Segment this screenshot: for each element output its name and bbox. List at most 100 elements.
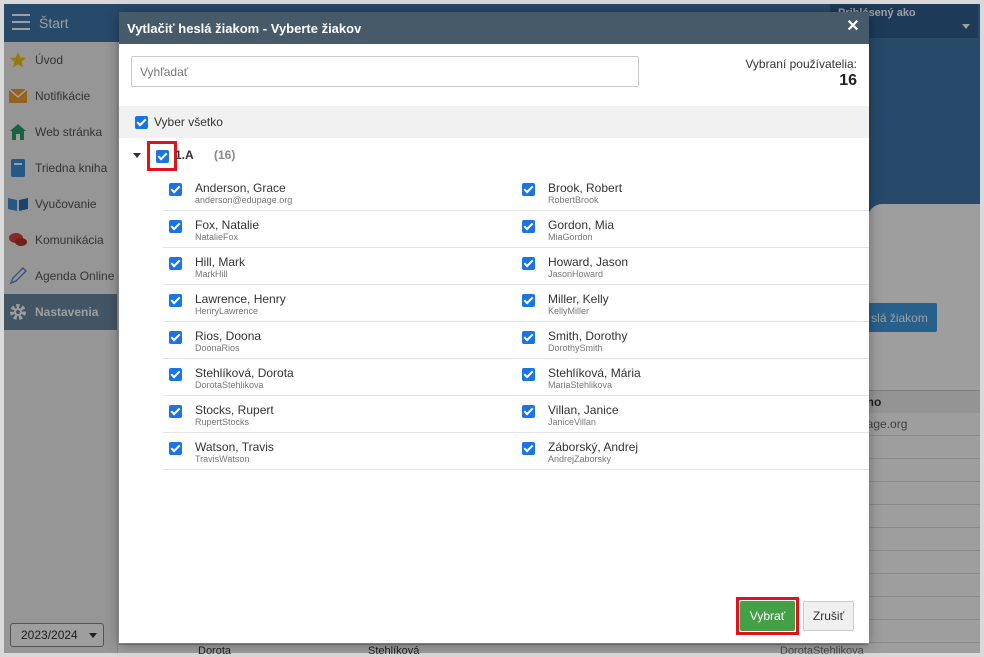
selected-users-count: 16 xyxy=(839,72,857,89)
student-item[interactable]: Rios, Doona DoonaRios xyxy=(163,322,516,358)
student-checkbox[interactable] xyxy=(169,442,182,455)
caret-down-icon[interactable] xyxy=(133,153,141,158)
student-item[interactable]: Lawrence, Henry HenryLawrence xyxy=(163,285,516,321)
student-name: Watson, Travis xyxy=(195,440,274,454)
student-username: DorothySmith xyxy=(548,343,603,353)
dialog-header: Vytlačiť heslá žiakom - Vyberte žiakov ✕ xyxy=(119,12,869,44)
student-name: Stocks, Rupert xyxy=(195,403,274,417)
select-button[interactable]: Vybrať xyxy=(740,601,795,631)
student-row: Rios, Doona DoonaRios Smith, Dorothy Doroth… xyxy=(163,322,869,359)
student-checkbox[interactable] xyxy=(522,442,535,455)
student-checkbox[interactable] xyxy=(522,331,535,344)
student-checkbox[interactable] xyxy=(169,405,182,418)
student-username: JaniceVillan xyxy=(548,417,596,427)
group-row[interactable]: 1.A (16) xyxy=(119,140,869,172)
student-list: Anderson, Grace anderson@edupage.org Brook… xyxy=(163,174,869,470)
student-username: RobertBrook xyxy=(548,195,599,205)
student-item[interactable]: Hill, Mark MarkHill xyxy=(163,248,516,284)
student-name: Anderson, Grace xyxy=(195,181,286,195)
student-item[interactable]: Howard, Jason JasonHoward xyxy=(516,248,869,284)
student-checkbox[interactable] xyxy=(522,368,535,381)
student-info: Villan, Janice JaniceVillan xyxy=(548,403,619,428)
student-row: Stocks, Rupert RupertStocks Villan, Janice… xyxy=(163,396,869,433)
student-checkbox[interactable] xyxy=(169,257,182,270)
select-all-label: Vyber všetko xyxy=(154,115,223,129)
student-name: Rios, Doona xyxy=(195,329,262,343)
selected-users-label: Vybraní používatelia: xyxy=(745,57,857,71)
student-username: KellyMiller xyxy=(548,306,590,316)
student-item[interactable]: Stehlíková, Dorota DorotaStehlikova xyxy=(163,359,516,395)
student-item[interactable]: Watson, Travis TravisWatson xyxy=(163,433,516,469)
student-checkbox[interactable] xyxy=(169,294,182,307)
student-info: Stehlíková, Mária MariaStehlikova xyxy=(548,366,641,391)
student-name: Howard, Jason xyxy=(548,255,629,269)
close-icon[interactable]: ✕ xyxy=(845,19,861,35)
student-name: Lawrence, Henry xyxy=(195,292,286,306)
student-username: DorotaStehlikova xyxy=(195,380,264,390)
student-name: Stehlíková, Dorota xyxy=(195,366,294,380)
student-username: MarkHill xyxy=(195,269,228,279)
dialog-title: Vytlačiť heslá žiakom - Vyberte žiakov xyxy=(127,20,362,36)
student-checkbox[interactable] xyxy=(522,257,535,270)
student-item[interactable]: Gordon, Mia MiaGordon xyxy=(516,211,869,247)
student-username: MiaGordon xyxy=(548,232,593,242)
student-row: Fox, Natalie NatalieFox Gordon, Mia MiaGord… xyxy=(163,211,869,248)
student-username: AndrejZaborsky xyxy=(548,454,612,464)
student-info: Rios, Doona DoonaRios xyxy=(195,329,261,354)
student-username: NatalieFox xyxy=(195,232,239,242)
student-name: Fox, Natalie xyxy=(195,218,260,232)
student-username: JasonHoward xyxy=(548,269,604,279)
student-row: Hill, Mark MarkHill Howard, Jason JasonHowa… xyxy=(163,248,869,285)
select-students-dialog: Vytlačiť heslá žiakom - Vyberte žiakov ✕… xyxy=(119,12,869,643)
student-item[interactable]: Miller, Kelly KellyMiller xyxy=(516,285,869,321)
student-info: Brook, Robert RobertBrook xyxy=(548,181,622,206)
student-username: HenryLawrence xyxy=(195,306,259,316)
student-username: MariaStehlikova xyxy=(548,380,613,390)
student-item[interactable]: Záborský, Andrej AndrejZaborsky xyxy=(516,433,869,469)
student-info: Stehlíková, Dorota DorotaStehlikova xyxy=(195,366,294,391)
student-checkbox[interactable] xyxy=(522,220,535,233)
student-item[interactable]: Anderson, Grace anderson@edupage.org xyxy=(163,174,516,210)
student-info: Watson, Travis TravisWatson xyxy=(195,440,274,465)
select-all-checkbox[interactable] xyxy=(135,115,148,129)
cancel-button[interactable]: Zrušiť xyxy=(803,601,854,631)
student-item[interactable]: Smith, Dorothy DorothySmith xyxy=(516,322,869,358)
student-name: Miller, Kelly xyxy=(548,292,609,306)
group-name: 1.A xyxy=(175,148,194,162)
student-checkbox[interactable] xyxy=(522,405,535,418)
student-item[interactable]: Villan, Janice JaniceVillan xyxy=(516,396,869,432)
student-username: TravisWatson xyxy=(195,454,250,464)
student-info: Gordon, Mia MiaGordon xyxy=(548,218,614,243)
student-name: Hill, Mark xyxy=(195,255,245,269)
student-info: Hill, Mark MarkHill xyxy=(195,255,245,280)
student-info: Lawrence, Henry HenryLawrence xyxy=(195,292,286,317)
student-item[interactable]: Fox, Natalie NatalieFox xyxy=(163,211,516,247)
student-item[interactable]: Stocks, Rupert RupertStocks xyxy=(163,396,516,432)
student-checkbox[interactable] xyxy=(169,183,182,196)
student-checkbox[interactable] xyxy=(169,368,182,381)
highlight-box: Vybrať xyxy=(736,597,799,635)
highlight-box xyxy=(147,141,177,171)
student-name: Smith, Dorothy xyxy=(548,329,628,343)
student-row: Watson, Travis TravisWatson Záborský, Andr… xyxy=(163,433,869,470)
search-input[interactable] xyxy=(131,56,639,87)
student-name: Gordon, Mia xyxy=(548,218,615,232)
student-checkbox[interactable] xyxy=(169,220,182,233)
student-row: Stehlíková, Dorota DorotaStehlikova Stehlí… xyxy=(163,359,869,396)
student-checkbox[interactable] xyxy=(522,183,535,196)
group-count: (16) xyxy=(214,148,236,162)
student-username: RupertStocks xyxy=(195,417,250,427)
student-checkbox[interactable] xyxy=(169,331,182,344)
student-item[interactable]: Brook, Robert RobertBrook xyxy=(516,174,869,210)
select-all-row[interactable]: Vyber všetko xyxy=(119,106,869,138)
student-username: anderson@edupage.org xyxy=(195,195,293,205)
student-checkbox[interactable] xyxy=(522,294,535,307)
student-name: Villan, Janice xyxy=(548,403,619,417)
student-info: Záborský, Andrej AndrejZaborsky xyxy=(548,440,638,465)
student-username: DoonaRios xyxy=(195,343,240,353)
student-name: Brook, Robert xyxy=(548,181,623,195)
group-checkbox[interactable] xyxy=(155,149,169,163)
student-row: Lawrence, Henry HenryLawrence Miller, Kell… xyxy=(163,285,869,322)
student-item[interactable]: Stehlíková, Mária MariaStehlikova xyxy=(516,359,869,395)
student-info: Stocks, Rupert RupertStocks xyxy=(195,403,274,428)
